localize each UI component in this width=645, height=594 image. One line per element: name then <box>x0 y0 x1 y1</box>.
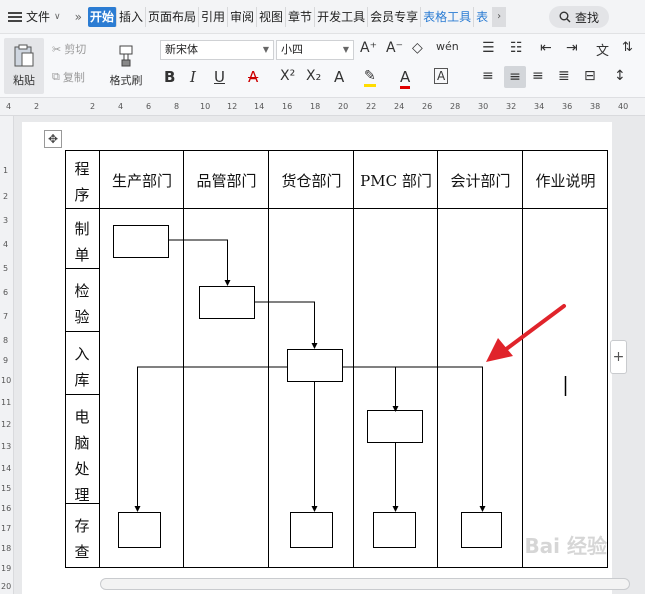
header-quality: 品管部门 <box>196 172 257 190</box>
add-column-button[interactable]: + <box>610 340 627 374</box>
row-label-order-text: 制单 <box>74 220 90 264</box>
header-description: 作业说明 <box>535 172 596 190</box>
flow-box[interactable] <box>461 512 502 548</box>
flow-box[interactable] <box>199 286 255 319</box>
table-border <box>65 150 608 568</box>
flow-box[interactable] <box>113 225 169 258</box>
flow-connector <box>342 366 483 510</box>
row-label-storage: 入库 <box>72 341 92 393</box>
row-label-inspection-text: 检验 <box>74 282 90 326</box>
arrowhead <box>392 406 399 412</box>
row-label-storage-text: 入库 <box>74 345 90 389</box>
flowchart-table[interactable] <box>0 0 645 594</box>
header-program-text: 程序 <box>74 160 90 204</box>
row-label-computer-text: 电脑处理 <box>74 408 90 504</box>
arrowhead <box>479 506 486 512</box>
row-label-archive-text: 存查 <box>74 517 90 561</box>
flow-connector <box>137 366 287 510</box>
header-production: 生产部门 <box>111 172 172 190</box>
arrowhead <box>134 506 141 512</box>
red-annotation-arrow <box>486 304 566 362</box>
row-label-order: 制单 <box>72 216 92 268</box>
plus-icon: + <box>612 349 625 365</box>
flow-connector <box>254 301 315 347</box>
row-label-archive: 存查 <box>72 513 92 565</box>
arrowhead <box>392 506 399 512</box>
header-pmc: PMC 部门 <box>360 172 432 190</box>
row-label-inspection: 检验 <box>72 278 92 330</box>
flow-connector <box>168 239 228 284</box>
flow-box[interactable] <box>287 349 343 382</box>
watermark: Bai 经验 <box>524 534 607 558</box>
header-accounting: 会计部门 <box>450 172 511 190</box>
flow-box[interactable] <box>118 512 161 548</box>
flow-box[interactable] <box>290 512 333 548</box>
header-warehouse: 货仓部门 <box>281 172 342 190</box>
arrowhead <box>311 506 318 512</box>
arrowhead <box>224 280 231 286</box>
horizontal-scrollbar[interactable] <box>100 578 630 590</box>
flow-box[interactable] <box>367 410 423 443</box>
header-program: 程序 <box>72 156 92 208</box>
arrowhead <box>311 343 318 349</box>
row-label-computer: 电脑处理 <box>72 404 92 508</box>
flow-box[interactable] <box>373 512 416 548</box>
